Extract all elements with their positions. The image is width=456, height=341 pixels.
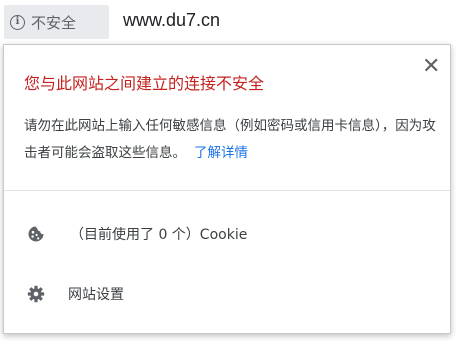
cookie-label: （目前使用了 0 个）Cookie — [70, 227, 248, 243]
security-label: 不安全 — [31, 13, 77, 32]
gear-icon — [27, 285, 45, 303]
site-settings-row[interactable]: 网站设置 — [4, 273, 450, 315]
popup-title: 您与此网站之间建立的连接不安全 — [24, 74, 265, 93]
site-info-popup: 您与此网站之间建立的连接不安全 ✕ 请勿在此网站上输入任何敏感信息（例如密码或信… — [3, 44, 451, 334]
close-icon[interactable]: ✕ — [422, 56, 440, 78]
learn-more-link[interactable]: 了解详情 — [194, 145, 248, 161]
divider — [4, 190, 450, 191]
security-indicator-button[interactable]: i 不安全 — [4, 5, 109, 39]
cookie-icon — [27, 225, 45, 243]
popup-description: 请勿在此网站上输入任何敏感信息（例如密码或信用卡信息），因为攻击者可能会盗取这些… — [24, 113, 442, 167]
site-settings-label: 网站设置 — [68, 287, 124, 303]
cookies-row[interactable]: （目前使用了 0 个）Cookie — [4, 213, 450, 255]
address-bar: i 不安全 www.du7.cn — [0, 0, 456, 44]
url-text[interactable]: www.du7.cn — [123, 10, 220, 31]
info-icon: i — [10, 14, 25, 30]
